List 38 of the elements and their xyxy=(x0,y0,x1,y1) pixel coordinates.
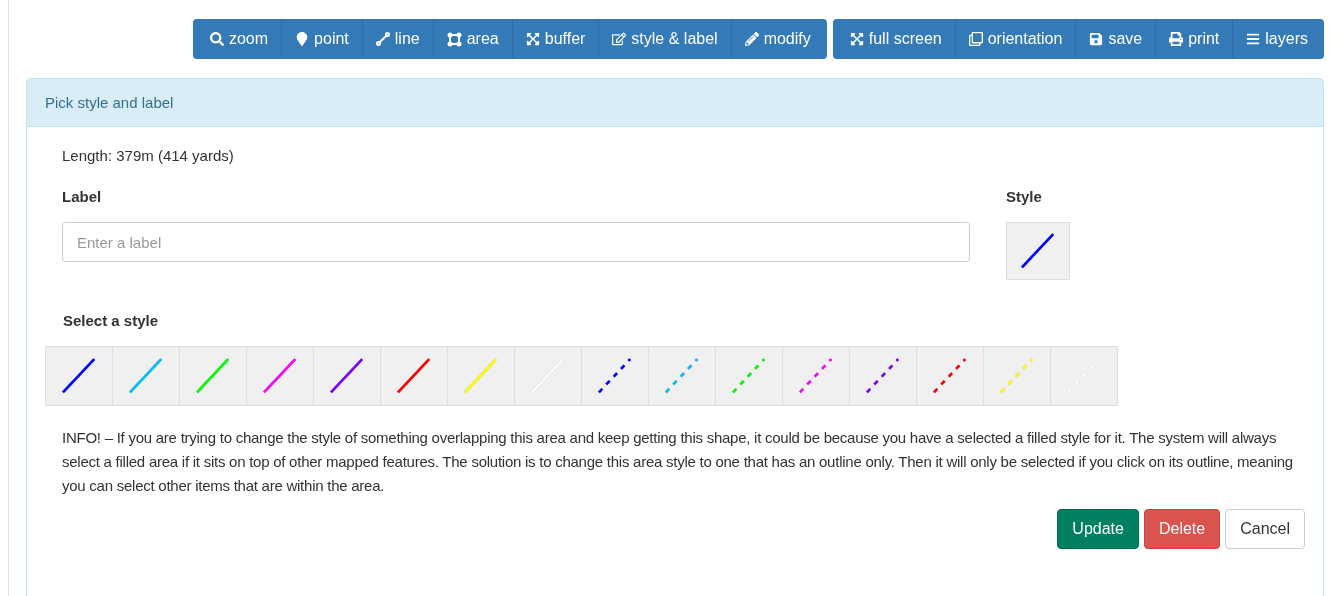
line-icon xyxy=(375,32,390,46)
menu-icon xyxy=(1246,32,1261,46)
map-pin-icon xyxy=(295,32,310,46)
toolbar-button[interactable]: print xyxy=(1155,19,1233,59)
style-option[interactable] xyxy=(380,346,448,406)
pencil-icon xyxy=(744,32,759,46)
info-text: INFO! – If you are trying to change the style of something overlapping this area and keep getting this shape, it could be because you have a selected a filled style for it. The system will always select a filled area if it sits on top of other mapped features. The solution is to change this area style to one that has an outline only. Then it will only be selected if you click on its outline, meaning you can select other items that are within the area. xyxy=(62,428,1294,496)
toolbar-button[interactable]: full screen xyxy=(832,19,955,59)
section-heading: Select a style xyxy=(63,312,160,329)
field-label: Style xyxy=(1006,188,1043,205)
panel-title: Pick style and label xyxy=(27,79,1323,127)
toolbar-button[interactable]: save xyxy=(1075,19,1156,59)
toolbar-button[interactable]: area xyxy=(432,19,512,59)
style-option[interactable] xyxy=(45,346,113,406)
toolbar-button[interactable]: buffer xyxy=(511,19,599,59)
save-icon xyxy=(1089,32,1104,46)
copy-icon xyxy=(968,32,983,46)
toolbar-button[interactable]: modify xyxy=(730,19,827,59)
edit-icon xyxy=(612,32,627,46)
toolbar-button[interactable]: layers xyxy=(1232,19,1324,59)
print-icon xyxy=(1169,32,1184,46)
expand-icon xyxy=(849,32,864,46)
length-text: Length: 379m (414 yards) xyxy=(61,147,235,164)
expand-icon xyxy=(525,32,540,46)
field-label: Label xyxy=(62,188,103,205)
action-button[interactable]: Delete xyxy=(1143,509,1221,549)
toolbar-button[interactable]: zoom xyxy=(192,19,282,59)
style-option[interactable] xyxy=(313,346,381,406)
action-button[interactable]: Cancel xyxy=(1225,509,1305,549)
search-icon xyxy=(209,32,224,46)
toolbar-button[interactable]: line xyxy=(361,19,433,59)
toolbar-button[interactable]: style & label xyxy=(598,19,731,59)
action-button[interactable]: Update xyxy=(1057,509,1139,549)
area-icon xyxy=(446,31,462,47)
toolbar-button[interactable]: orientation xyxy=(954,19,1076,59)
toolbar-button[interactable]: point xyxy=(281,19,362,59)
style-preview[interactable] xyxy=(1006,222,1070,280)
label-input[interactable]: Enter a label xyxy=(62,222,970,262)
